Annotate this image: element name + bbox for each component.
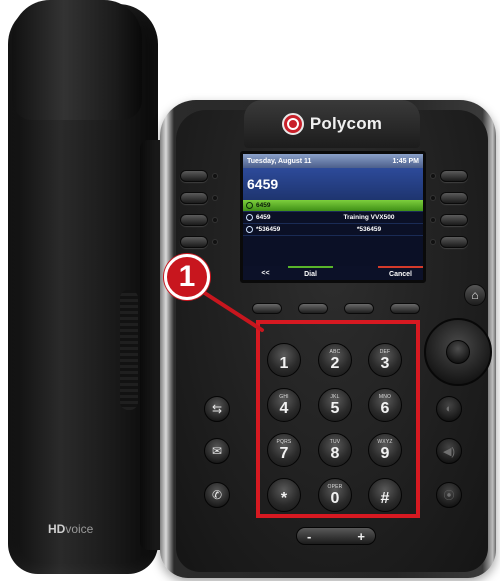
callout-pointer [198,288,264,332]
callout-badge: 1 [164,254,210,300]
